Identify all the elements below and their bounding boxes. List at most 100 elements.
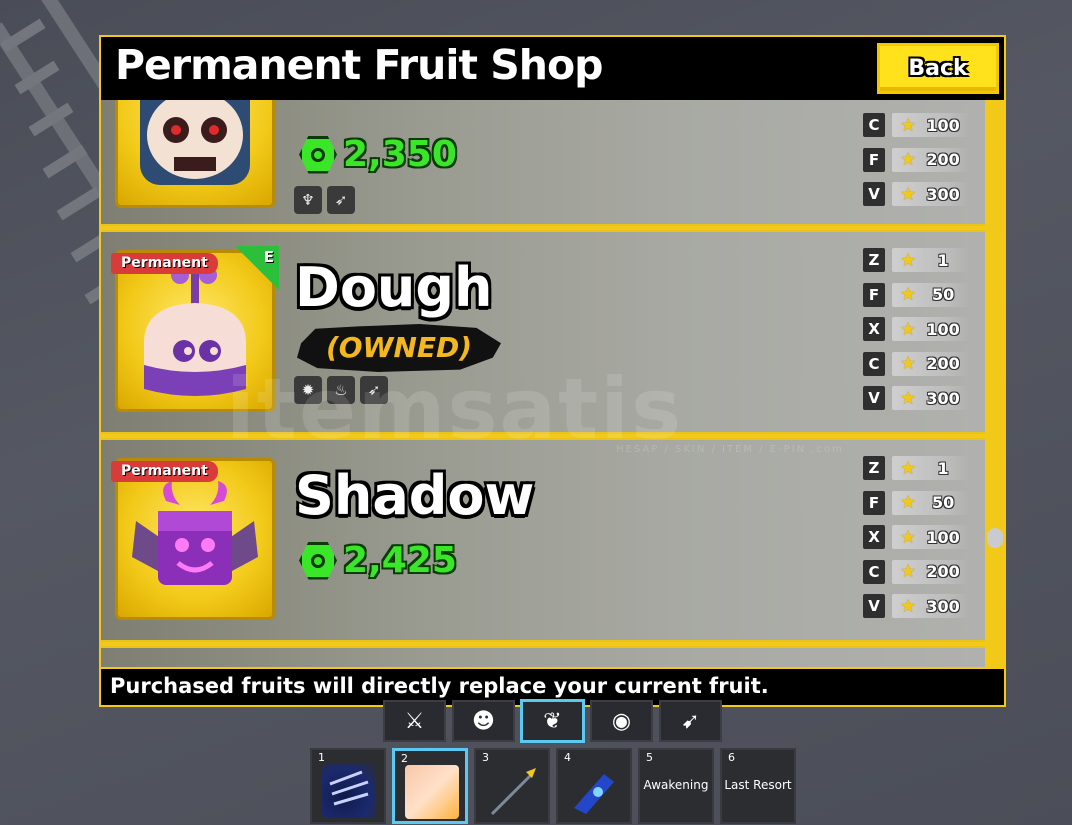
hotbar-slot-4[interactable]: 4 xyxy=(556,748,632,824)
skill-row: X ★ 100 xyxy=(863,520,970,555)
mastery-req: ★ 100 xyxy=(892,113,970,138)
fruit-image-shadow xyxy=(115,458,275,620)
robux-icon xyxy=(299,135,337,174)
skill-row: F ★ 50 xyxy=(863,486,970,521)
fruit-image-venom xyxy=(115,100,275,208)
star-icon: ★ xyxy=(900,561,917,583)
star-icon: ★ xyxy=(900,318,917,340)
skill-row: V ★ 300 xyxy=(863,177,970,212)
slot-number: 4 xyxy=(564,751,571,764)
footer-note: Purchased fruits will directly replace y… xyxy=(110,674,769,698)
hotbar-slot-2[interactable]: 2 xyxy=(392,748,468,824)
star-icon: ★ xyxy=(900,387,917,409)
mastery-value: 200 xyxy=(926,354,960,374)
mastery-value: 50 xyxy=(931,285,955,305)
star-icon: ★ xyxy=(900,353,917,375)
hotbar-slot-3[interactable]: 3 xyxy=(474,748,550,824)
skill-row: Z ★ 1 xyxy=(863,451,970,486)
mastery-value: 200 xyxy=(926,150,960,170)
mastery-value: 300 xyxy=(926,596,960,616)
fruit-name: Shadow xyxy=(295,464,535,527)
star-icon: ★ xyxy=(900,284,917,306)
shop-title: Permanent Fruit Shop xyxy=(115,41,603,89)
back-button[interactable]: Back xyxy=(877,43,999,94)
wing-tab-icon[interactable]: ➹ xyxy=(659,700,722,742)
fruit-entry-next[interactable] xyxy=(101,646,985,667)
skill-row: F ★ 50 xyxy=(863,278,970,313)
mastery-req: ★ 100 xyxy=(892,525,970,550)
star-icon: ★ xyxy=(900,492,917,514)
skill-key: Z xyxy=(863,456,885,481)
mastery-value: 1 xyxy=(937,458,949,478)
fruit-price: 2,350 xyxy=(299,134,457,175)
mastery-value: 300 xyxy=(926,388,960,408)
dough-fruit-icon xyxy=(405,765,459,819)
permanent-badge: Permanent xyxy=(111,461,218,482)
star-icon: ★ xyxy=(900,149,917,171)
rarity-label: E xyxy=(263,248,274,266)
hotbar-slot-1[interactable]: 1 xyxy=(310,748,386,824)
price-value: 2,425 xyxy=(343,540,457,581)
hotbar-slot-5[interactable]: 5 Awakening xyxy=(638,748,714,824)
skill-list: Z ★ 1 F ★ 50 X ★ 100 C ★ 200 V ★ 300 xyxy=(863,451,970,624)
slot-number: 5 xyxy=(646,751,653,764)
mastery-req: ★ 300 xyxy=(892,182,970,207)
rarity-corner: E xyxy=(235,246,279,290)
fruit-entry-shadow[interactable]: Permanent Shadow 2,425 Z ★ 1 F ★ 50 X ★ 100 C ★… xyxy=(101,438,985,642)
skill-row: C ★ 100 xyxy=(863,108,970,143)
robux-icon xyxy=(299,541,337,580)
mastery-req: ★ 50 xyxy=(892,490,970,515)
eye-tab-icon[interactable]: ◉ xyxy=(590,700,653,742)
skill-key: F xyxy=(863,147,885,172)
scrollbar-thumb[interactable] xyxy=(987,528,1003,548)
skill-key: F xyxy=(863,282,885,307)
star-icon: ★ xyxy=(900,457,917,479)
mastery-req: ★ 200 xyxy=(892,559,970,584)
mastery-value: 100 xyxy=(926,527,960,547)
slot-number: 3 xyxy=(482,751,489,764)
category-tabs: ⚔ ☻ ❦ ◉ ➹ xyxy=(383,700,722,742)
skill-row: C ★ 200 xyxy=(863,347,970,382)
mastery-req: ★ 100 xyxy=(892,317,970,342)
hotbar: 1 2 3 4 5 Awakening 6 Last Resort xyxy=(310,748,796,824)
mastery-req: ★ 200 xyxy=(892,147,970,172)
skill-key: F xyxy=(863,490,885,515)
gun-icon xyxy=(568,764,622,818)
skill-key: V xyxy=(863,594,885,619)
dragon-move-icon: ♆ xyxy=(294,186,322,214)
sword-tab-icon[interactable]: ⚔ xyxy=(383,700,446,742)
watermark-logo: itemsatis xyxy=(226,360,684,458)
shop-title-bar: Permanent Fruit Shop Back xyxy=(101,37,1004,100)
watermark-sub: HESAP / SKIN / ITEM / E-PIN .com xyxy=(616,444,844,455)
skill-row: X ★ 100 xyxy=(863,312,970,347)
fruit-entry-0[interactable]: 2,350 ♆ ➶ C ★ 100 F ★ 200 V ★ 300 xyxy=(101,100,985,226)
mastery-req: ★ 300 xyxy=(892,386,970,411)
skill-key: X xyxy=(863,317,885,342)
slot-number: 2 xyxy=(401,752,408,765)
star-icon: ★ xyxy=(900,249,917,271)
skill-key: V xyxy=(863,386,885,411)
mastery-req: ★ 50 xyxy=(892,282,970,307)
slot-label: Awakening xyxy=(643,778,709,792)
skill-list: C ★ 100 F ★ 200 V ★ 300 xyxy=(863,108,970,212)
mastery-req: ★ 1 xyxy=(892,248,970,273)
star-icon: ★ xyxy=(900,526,917,548)
mask-tab-icon[interactable]: ☻ xyxy=(452,700,515,742)
mastery-value: 200 xyxy=(926,562,960,582)
mastery-value: 100 xyxy=(926,319,960,339)
skill-key: C xyxy=(863,351,885,376)
skill-row: Z ★ 1 xyxy=(863,243,970,278)
star-icon: ★ xyxy=(900,183,917,205)
skill-row: F ★ 200 xyxy=(863,143,970,178)
slot-number: 6 xyxy=(728,751,735,764)
skill-row: C ★ 200 xyxy=(863,555,970,590)
spear-icon xyxy=(486,764,540,818)
move-icons: ♆ ➶ xyxy=(294,186,355,214)
skill-list: Z ★ 1 F ★ 50 X ★ 100 C ★ 200 V ★ 300 xyxy=(863,243,970,416)
fruit-tab-icon[interactable]: ❦ xyxy=(521,700,584,742)
skill-key: C xyxy=(863,113,885,138)
skill-key: V xyxy=(863,182,885,207)
hotbar-slot-6[interactable]: 6 Last Resort xyxy=(720,748,796,824)
skill-key: Z xyxy=(863,248,885,273)
claw-weapon-icon xyxy=(322,764,376,818)
